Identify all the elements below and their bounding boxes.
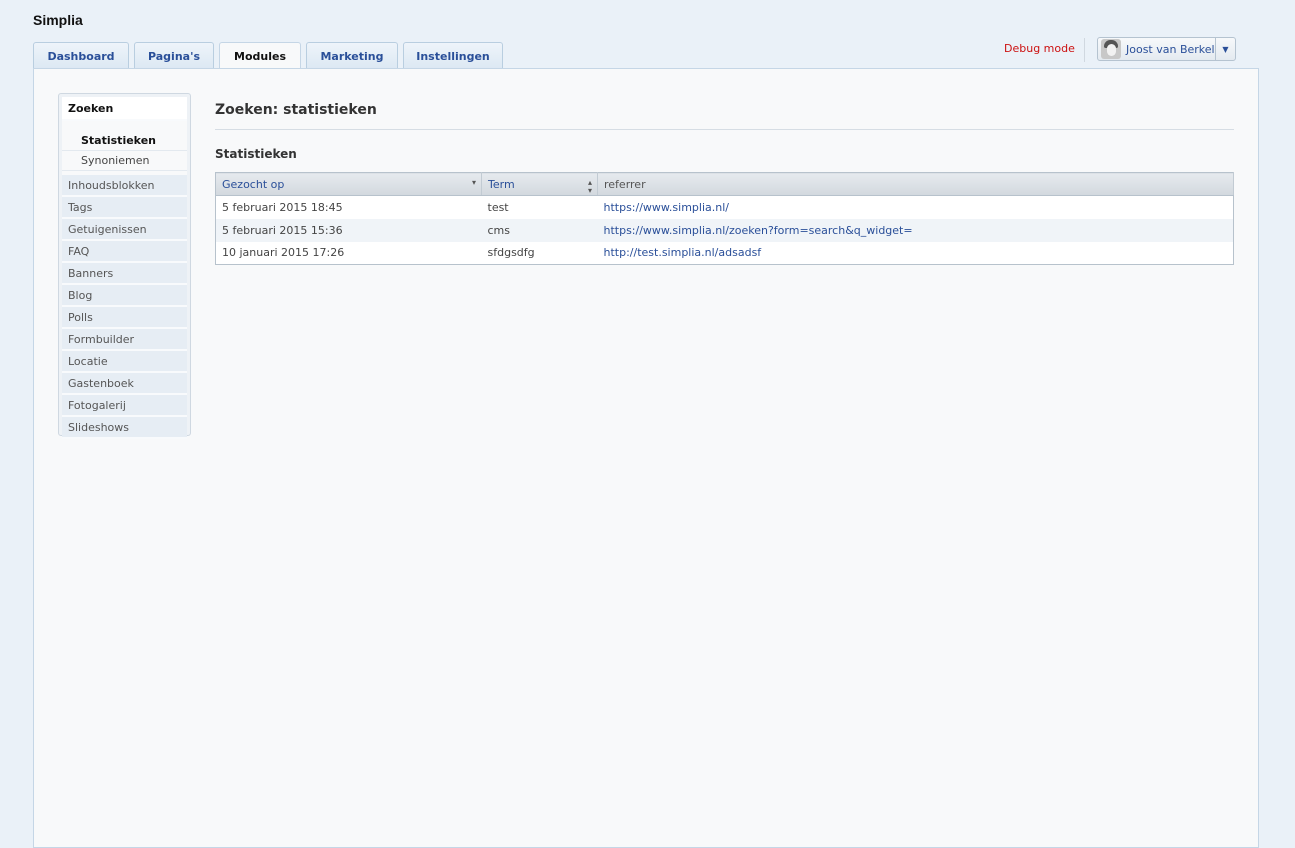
page-title: Zoeken: statistieken — [215, 102, 377, 118]
tab-instellingen[interactable]: Instellingen — [403, 42, 503, 69]
sidebar-item-banners[interactable]: Banners — [62, 263, 187, 285]
cell-referrer: https://www.simplia.nl/ — [598, 196, 1234, 219]
referrer-link[interactable]: http://test.simplia.nl/adsadsf — [604, 246, 762, 259]
sort-desc-icon: ▾ — [471, 178, 476, 187]
sidebar-item-formbuilder[interactable]: Formbuilder — [62, 329, 187, 351]
column-header-label: Term — [488, 177, 515, 191]
table-row: 5 februari 2015 15:36 cms https://www.si… — [215, 218, 1234, 242]
cell-date: 5 februari 2015 15:36 — [215, 218, 482, 242]
sidebar-item-tags[interactable]: Tags — [62, 197, 187, 219]
sidebar-item-gastenboek[interactable]: Gastenboek — [62, 373, 187, 395]
referrer-link[interactable]: https://www.simplia.nl/zoeken?form=searc… — [604, 224, 913, 237]
table-row: 10 januari 2015 17:26 sfdgsdfg http://te… — [216, 242, 1234, 265]
main-nav-tabs: Dashboard Pagina's Modules Marketing Ins… — [33, 42, 508, 70]
column-header-referrer: referrer — [597, 172, 1234, 196]
search-statistics-table: Gezocht op ▾ Term ▴ ▾ referrer 5 februari… — [215, 172, 1234, 265]
user-name: Joost van Berkel — [1126, 42, 1215, 56]
table-header-row: Gezocht op ▾ Term ▴ ▾ referrer — [215, 172, 1234, 196]
column-header-label: referrer — [604, 177, 646, 191]
sidebar-subitem-synoniemen[interactable]: Synoniemen — [62, 151, 187, 171]
column-header-label: Gezocht op — [222, 177, 285, 191]
cell-referrer: http://test.simplia.nl/adsadsf — [598, 242, 1234, 265]
sidebar-item-faq[interactable]: FAQ — [62, 241, 187, 263]
app-title: Simplia — [33, 12, 83, 28]
cell-term: test — [487, 200, 509, 214]
sidebar-item-locatie[interactable]: Locatie — [62, 351, 187, 373]
tab-marketing[interactable]: Marketing — [306, 42, 398, 69]
debug-mode-link[interactable]: Debug mode — [1004, 42, 1075, 55]
tab-paginas[interactable]: Pagina's — [134, 42, 214, 69]
user-menu-button[interactable]: Joost van Berkel ▼ — [1097, 37, 1236, 61]
sidebar-item-slideshows[interactable]: Slideshows — [62, 417, 187, 439]
cell-date: 5 februari 2015 18:45 — [222, 200, 343, 214]
referrer-link[interactable]: https://www.simplia.nl/ — [604, 201, 729, 214]
column-header-term[interactable]: Term ▴ ▾ — [481, 172, 598, 196]
sidebar-item-inhoudsblokken[interactable]: Inhoudsblokken — [62, 175, 187, 197]
table-row: 5 februari 2015 18:45 test https://www.s… — [216, 196, 1234, 219]
sort-both-icon: ▴ ▾ — [587, 178, 592, 195]
section-title: Statistieken — [215, 147, 297, 161]
chevron-down-icon[interactable]: ▼ — [1215, 38, 1235, 60]
sidebar-subitem-statistieken[interactable]: Statistieken — [62, 131, 187, 151]
sidebar-item-fotogalerij[interactable]: Fotogalerij — [62, 395, 187, 417]
cell-date: 10 januari 2015 17:26 — [222, 246, 345, 260]
cell-referrer: https://www.simplia.nl/zoeken?form=searc… — [597, 218, 1234, 242]
sidebar-item-getuigenissen[interactable]: Getuigenissen — [62, 219, 187, 241]
tab-modules[interactable]: Modules — [219, 42, 301, 70]
sidebar-item-zoeken[interactable]: Zoeken — [62, 97, 187, 121]
cell-term: cms — [481, 218, 598, 242]
title-divider — [215, 129, 1234, 130]
avatar — [1101, 39, 1121, 59]
tab-dashboard[interactable]: Dashboard — [33, 42, 129, 69]
sidebar-item-blog[interactable]: Blog — [62, 285, 187, 307]
sidebar-item-polls[interactable]: Polls — [62, 307, 187, 329]
cell-term: sfdgsdfg — [487, 246, 535, 260]
header-divider — [1084, 38, 1085, 62]
column-header-gezocht-op[interactable]: Gezocht op ▾ — [215, 172, 482, 196]
module-sidebar: Zoeken Statistieken Synoniemen Inhoudsbl… — [58, 93, 191, 439]
